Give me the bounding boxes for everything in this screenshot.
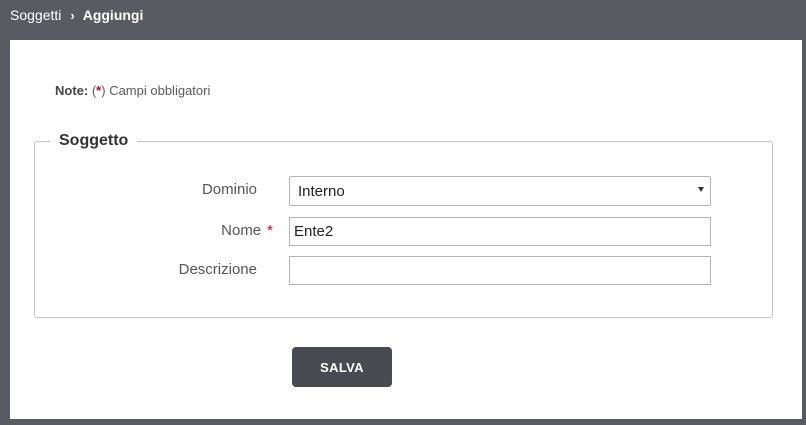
chevron-right-icon: › xyxy=(70,7,75,23)
dropdown-caret-icon xyxy=(698,187,704,192)
breadcrumb-current: Aggiungi xyxy=(82,7,144,23)
required-note: Note: (*) Campi obbligatori xyxy=(55,83,210,98)
breadcrumb: Soggetti › Aggiungi xyxy=(10,6,143,24)
dominio-label: Dominio xyxy=(202,181,257,198)
nome-input[interactable] xyxy=(289,217,711,246)
descrizione-label: Descrizione xyxy=(179,261,257,278)
dominio-select[interactable]: Interno xyxy=(289,176,711,206)
note-label: Note: xyxy=(55,83,89,98)
descrizione-input[interactable] xyxy=(289,256,711,285)
nome-label: Nome * xyxy=(221,222,273,239)
section-legend: Soggetto xyxy=(59,132,129,149)
content-panel: Note: (*) Campi obbligatori Soggetto Dom… xyxy=(10,40,802,419)
dominio-label-text: Dominio xyxy=(201,181,257,198)
note-open-paren: ( xyxy=(88,83,97,98)
dominio-selected-value: Interno xyxy=(298,182,345,200)
breadcrumb-link-soggetti[interactable]: Soggetti xyxy=(10,7,61,23)
save-button[interactable]: SALVA xyxy=(292,347,392,387)
nome-label-text: Nome xyxy=(221,222,262,239)
note-text: Campi obbligatori xyxy=(105,83,211,98)
descrizione-label-text: Descrizione xyxy=(178,261,257,278)
nome-required-star: * xyxy=(267,222,273,239)
